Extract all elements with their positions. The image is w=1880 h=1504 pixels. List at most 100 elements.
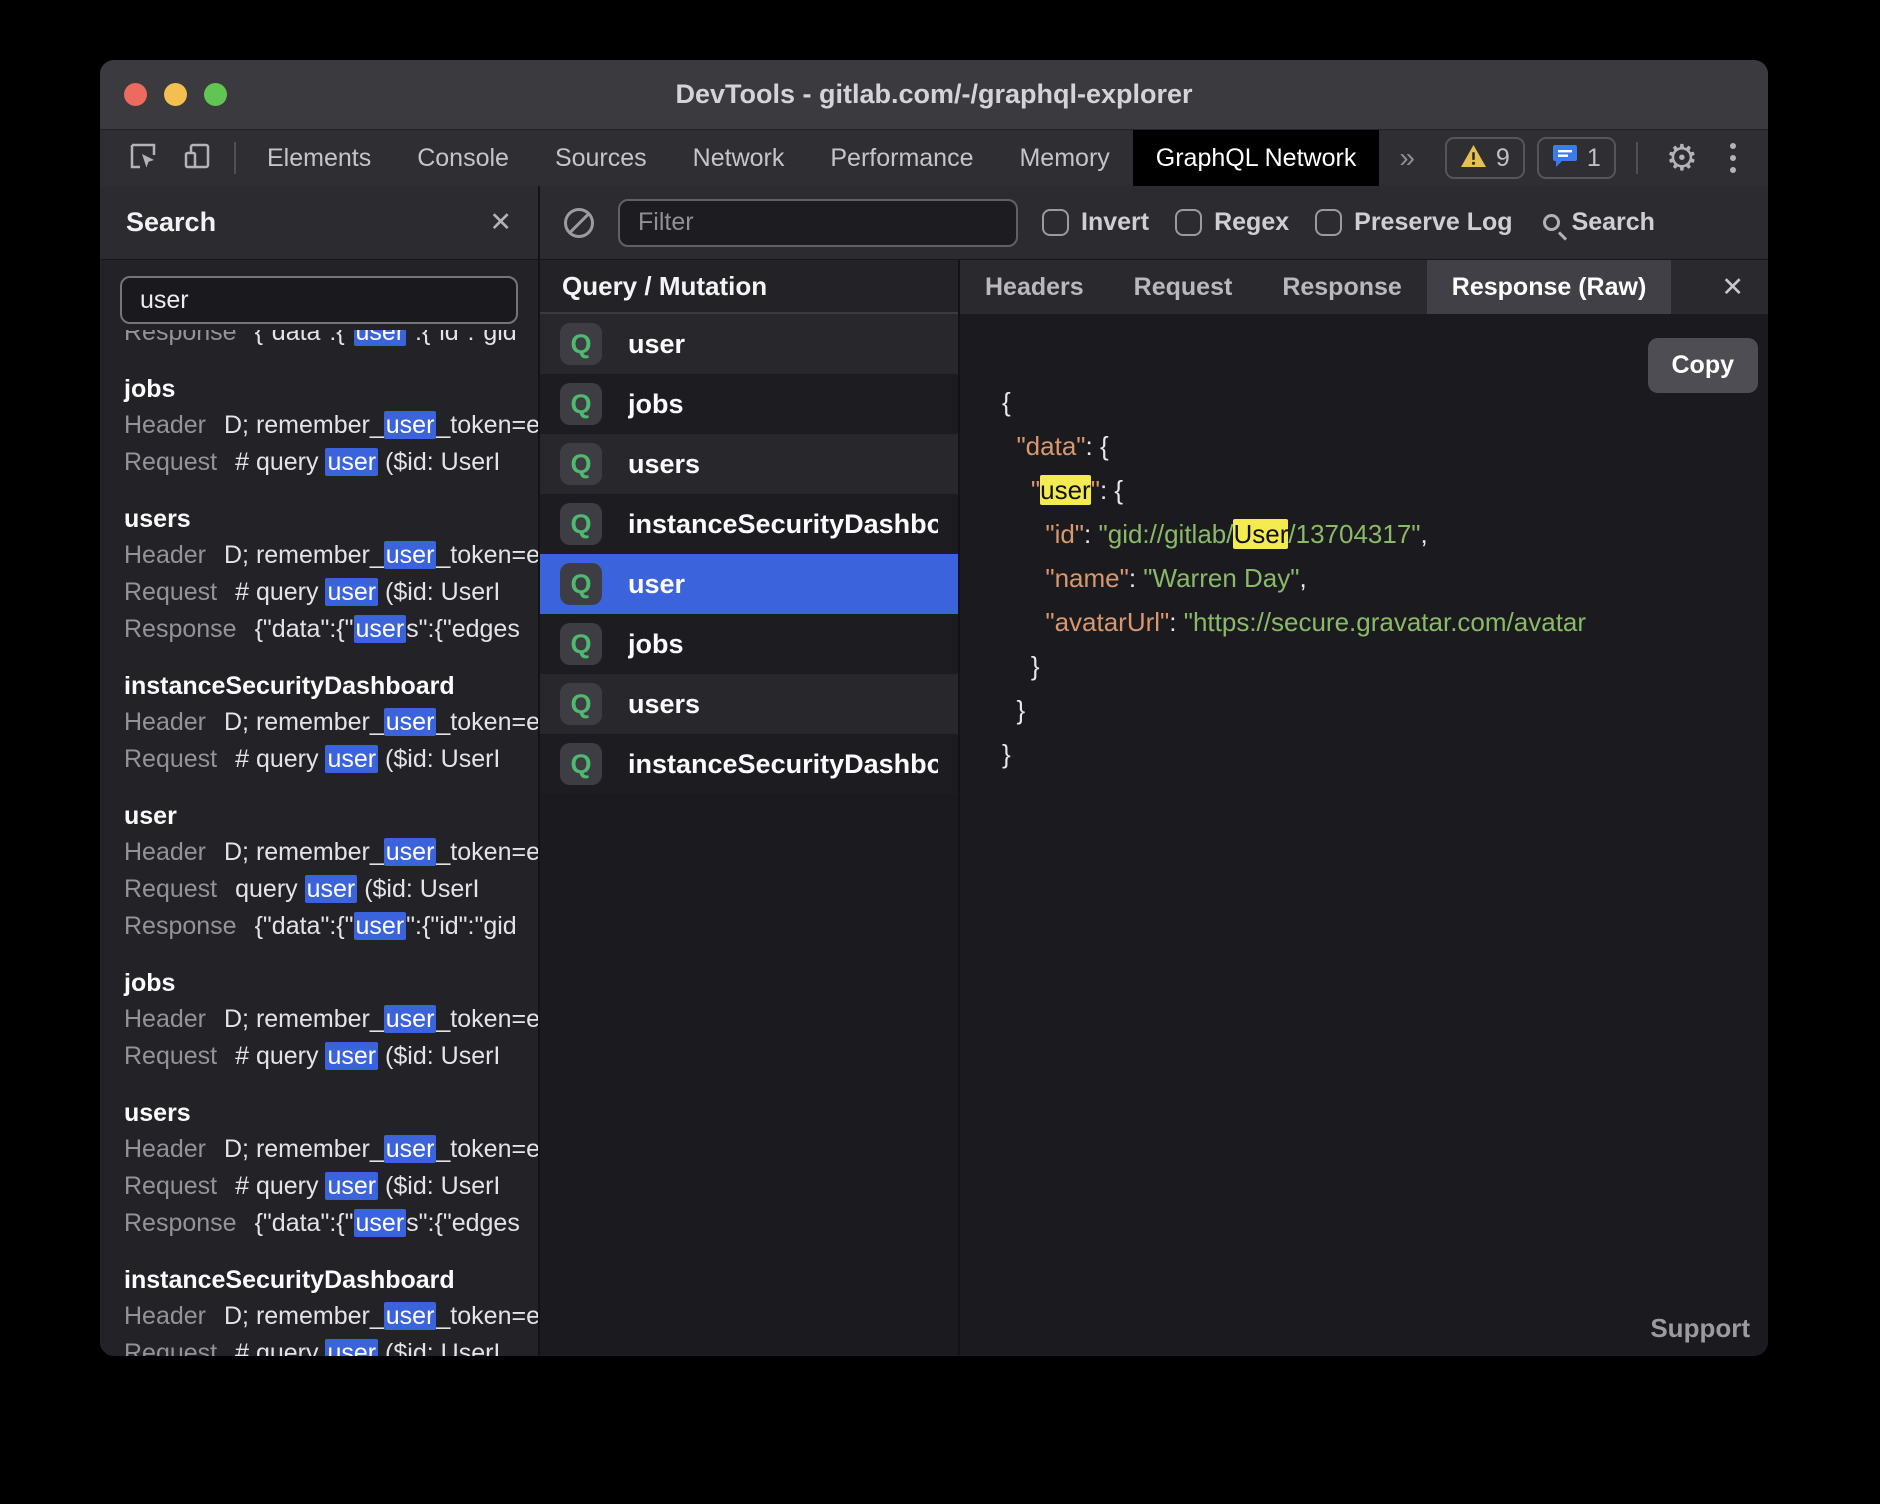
tab-console[interactable]: Console: [394, 130, 532, 186]
result-group: jobsHeaderD; remember_user_token=eReques…: [124, 965, 538, 1075]
regex-checkbox[interactable]: [1175, 209, 1202, 236]
json-token: [1002, 431, 1016, 461]
filter-option-invert[interactable]: Invert: [1042, 208, 1149, 237]
network-search[interactable]: Search: [1543, 208, 1655, 237]
json-line: "user": {: [1002, 468, 1768, 512]
search-result-row[interactable]: HeaderD; remember_user_token=e: [124, 1001, 538, 1038]
filter-option-preserve-log[interactable]: Preserve Log: [1315, 208, 1512, 237]
tab-graphql-network[interactable]: GraphQL Network: [1133, 130, 1380, 186]
search-result-row[interactable]: HeaderD; remember_user_token=e: [124, 1131, 538, 1168]
tab-performance[interactable]: Performance: [807, 130, 996, 186]
result-text: ($id: UserI: [378, 1339, 500, 1356]
search-result-row[interactable]: Response{"data":{"users":{"edges: [124, 1205, 538, 1242]
result-group: Response{"data":{"user":{"id":"gid: [124, 330, 538, 351]
query-list-item-jobs[interactable]: Qjobs: [540, 374, 958, 434]
filter-input[interactable]: [618, 199, 1018, 247]
json-token: [1002, 475, 1031, 505]
result-text: ($id: UserI: [378, 1172, 500, 1200]
search-result-row[interactable]: Request# query user ($id: UserI: [124, 444, 538, 481]
detail-tab-headers[interactable]: Headers: [960, 260, 1109, 314]
search-result-row[interactable]: Request# query user ($id: UserI: [124, 1168, 538, 1205]
detail-tabs: HeadersRequestResponseResponse (Raw) ✕: [960, 260, 1768, 314]
clear-filter-icon[interactable]: [564, 208, 594, 238]
search-result-row[interactable]: HeaderD; remember_user_token=e: [124, 537, 538, 574]
result-text: query: [235, 875, 304, 903]
search-match-highlight: user: [325, 1339, 378, 1356]
query-mutation-list: QuserQjobsQusersQinstanceSecurityDashboa…: [540, 314, 958, 1356]
result-row-label: Request: [124, 1038, 217, 1075]
tab-elements[interactable]: Elements: [244, 130, 394, 186]
query-mutation-header: Query / Mutation: [540, 260, 958, 314]
search-result-row[interactable]: Request# query user ($id: UserI: [124, 574, 538, 611]
tab-sources[interactable]: Sources: [532, 130, 670, 186]
device-toolbar-icon[interactable]: [182, 141, 212, 176]
result-text: ":{"id":"gid: [406, 912, 517, 940]
query-list-item-instancesecuritydashboard[interactable]: QinstanceSecurityDashboard: [540, 494, 958, 554]
copy-button[interactable]: Copy: [1648, 338, 1759, 393]
result-group-title: instanceSecurityDashboard: [124, 1262, 538, 1298]
query-type-icon: Q: [560, 443, 602, 485]
result-row-label: Response: [124, 611, 237, 648]
query-list-item-user[interactable]: Quser: [540, 554, 958, 614]
search-result-row[interactable]: Request# query user ($id: UserI: [124, 1038, 538, 1075]
search-result-row[interactable]: Requestquery user ($id: UserI: [124, 871, 538, 908]
search-result-row[interactable]: HeaderD; remember_user_token=e: [124, 407, 538, 444]
json-token: "gid://gitlab/: [1099, 519, 1234, 549]
tab-network[interactable]: Network: [670, 130, 808, 186]
result-text: D; remember_: [224, 708, 384, 736]
result-text: # query: [235, 1172, 325, 1200]
detail-tab-response[interactable]: Response: [1257, 260, 1426, 314]
search-result-row[interactable]: Response{"data":{"users":{"edges: [124, 611, 538, 648]
search-result-row[interactable]: Response{"data":{"user":{"id":"gid: [124, 330, 538, 351]
query-list-item-user[interactable]: Quser: [540, 314, 958, 374]
result-text: ($id: UserI: [378, 1042, 500, 1070]
json-token: ,: [1421, 519, 1428, 549]
query-list-item-users[interactable]: Qusers: [540, 434, 958, 494]
search-input[interactable]: [120, 276, 518, 324]
search-result-row[interactable]: Request# query user ($id: UserI: [124, 1335, 538, 1356]
result-row-content: D; remember_user_token=e: [224, 537, 538, 574]
more-tabs-button[interactable]: »: [1379, 130, 1435, 186]
warnings-badge[interactable]: 9: [1445, 137, 1525, 179]
result-text: D; remember_: [224, 838, 384, 866]
inspect-element-icon[interactable]: [128, 141, 158, 176]
result-row-content: D; remember_user_token=e: [224, 1001, 538, 1038]
close-detail-icon[interactable]: ✕: [1697, 260, 1768, 314]
result-text: # query: [235, 745, 325, 773]
search-match-highlight: user: [384, 1005, 437, 1033]
detail-tabs-list: HeadersRequestResponseResponse (Raw): [960, 260, 1671, 314]
result-row-content: D; remember_user_token=e: [224, 704, 538, 741]
json-line: }: [1002, 688, 1768, 732]
close-search-panel-icon[interactable]: ✕: [489, 207, 512, 238]
result-row-content: D; remember_user_token=e: [224, 1298, 538, 1335]
search-result-row[interactable]: HeaderD; remember_user_token=e: [124, 834, 538, 871]
search-result-row[interactable]: HeaderD; remember_user_token=e: [124, 704, 538, 741]
query-list-item-label: jobs: [628, 629, 684, 660]
search-result-row[interactable]: HeaderD; remember_user_token=e: [124, 1298, 538, 1335]
query-list-item-jobs[interactable]: Qjobs: [540, 614, 958, 674]
invert-checkbox[interactable]: [1042, 209, 1069, 236]
search-result-row[interactable]: Response{"data":{"user":{"id":"gid: [124, 908, 538, 945]
json-token: [1002, 563, 1045, 593]
settings-gear-icon[interactable]: ⚙: [1658, 140, 1706, 176]
kebab-menu-icon[interactable]: [1718, 143, 1748, 173]
support-link[interactable]: Support: [1650, 1313, 1750, 1344]
tab-memory[interactable]: Memory: [996, 130, 1132, 186]
detail-tab-request[interactable]: Request: [1109, 260, 1258, 314]
query-list-item-label: jobs: [628, 389, 684, 420]
json-token: :: [1129, 563, 1143, 593]
result-text: D; remember_: [224, 1302, 384, 1330]
query-list-item-instancesecuritydashboard[interactable]: QinstanceSecurityDashboard: [540, 734, 958, 794]
query-list-item-users[interactable]: Qusers: [540, 674, 958, 734]
messages-badge[interactable]: 1: [1537, 137, 1616, 179]
search-result-row[interactable]: Request# query user ($id: UserI: [124, 741, 538, 778]
json-token: /13704317": [1288, 519, 1420, 549]
preserve-log-checkbox[interactable]: [1315, 209, 1342, 236]
result-row-content: D; remember_user_token=e: [224, 1131, 538, 1168]
json-line: "id": "gid://gitlab/User/13704317",: [1002, 512, 1768, 556]
detail-tab-response-raw[interactable]: Response (Raw): [1427, 260, 1671, 314]
result-text: _token=e: [436, 1005, 538, 1033]
json-token: }: [1002, 651, 1040, 681]
filter-option-regex[interactable]: Regex: [1175, 208, 1289, 237]
devtools-tabs: ElementsConsoleSourcesNetworkPerformance…: [244, 130, 1379, 186]
